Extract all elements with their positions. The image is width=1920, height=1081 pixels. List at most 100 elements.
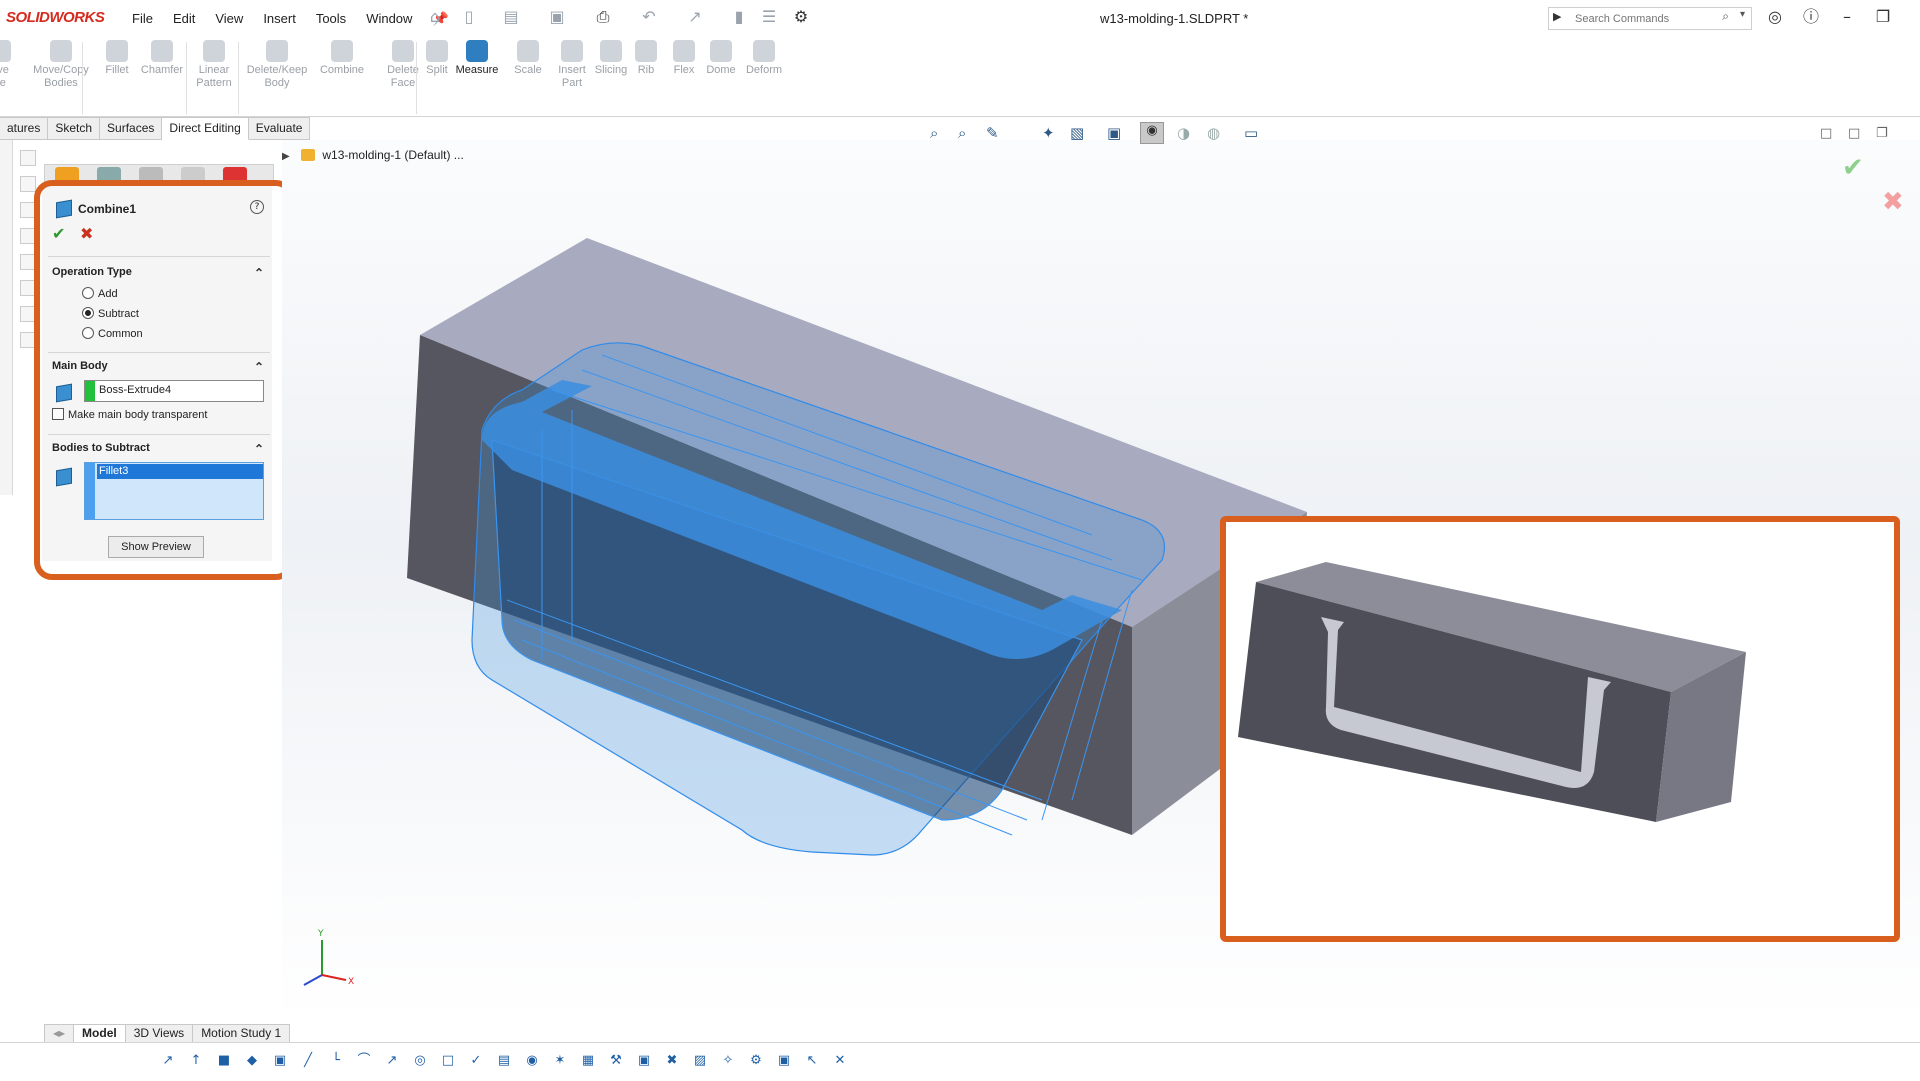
save-icon[interactable]: ▣	[548, 8, 566, 26]
confirm-check-icon[interactable]: ✔	[1842, 153, 1864, 183]
user-account-icon[interactable]: ◎	[1762, 6, 1788, 28]
sketch-tool-icon[interactable]: ↗	[160, 1053, 176, 1069]
insert-part-icon	[561, 40, 583, 62]
sketch-tool-icon[interactable]: ✶	[552, 1053, 568, 1069]
sketch-tool-icon[interactable]: □	[440, 1053, 456, 1069]
tool-slicing[interactable]: Slicing	[590, 40, 632, 77]
menu-insert[interactable]: Insert	[253, 11, 306, 27]
zoom-to-fit-icon[interactable]: ⌕	[930, 124, 938, 142]
sketch-tool-icon[interactable]: └	[328, 1053, 344, 1069]
tab-scroll-arrows[interactable]: ◂▸	[44, 1024, 75, 1043]
sketch-tool-icon[interactable]: ✕	[832, 1053, 848, 1069]
strip-tool-icon[interactable]	[20, 176, 36, 192]
search-commands-box[interactable]: ▶ ⌕ ▾	[1548, 7, 1752, 30]
menu-view[interactable]: View	[205, 11, 253, 27]
pane-split-icon[interactable]: □	[1820, 126, 1832, 141]
sketch-tool-icon[interactable]: ╱	[300, 1053, 316, 1069]
sketch-tool-icon[interactable]: ⚙	[748, 1053, 764, 1069]
tree-root-label[interactable]: w13-molding-1 (Default) ...	[322, 148, 463, 162]
tab-features[interactable]: atures	[0, 117, 49, 140]
tab-surfaces[interactable]: Surfaces	[100, 117, 163, 140]
tab-model[interactable]: Model	[74, 1024, 126, 1043]
search-icon[interactable]: ⌕	[1722, 9, 1729, 24]
tool-combine[interactable]: Combine	[316, 40, 368, 77]
view-orientation-icon[interactable]: ▣	[1107, 124, 1121, 142]
sketch-tool-icon[interactable]: ▨	[692, 1053, 708, 1069]
select-icon[interactable]: ↗	[686, 8, 704, 26]
sketch-tool-icon[interactable]: ◆	[244, 1053, 260, 1069]
tool-measure[interactable]: Measure	[452, 40, 502, 77]
sketch-tool-icon[interactable]: ■	[216, 1053, 232, 1069]
menu-file[interactable]: File	[122, 11, 163, 27]
strip-tool-icon[interactable]	[20, 150, 36, 166]
tab-evaluate[interactable]: Evaluate	[248, 117, 311, 140]
tool-label: Delete Face	[387, 64, 419, 89]
menu-window[interactable]: Window	[356, 11, 422, 27]
pane-split-vertical-icon[interactable]: □	[1848, 126, 1860, 141]
zoom-to-area-icon[interactable]: ⌕	[958, 124, 966, 142]
confirm-close-icon[interactable]: ✖	[1882, 187, 1904, 217]
tool-insert-part[interactable]: Insert Part	[550, 40, 594, 90]
sketch-tool-icon[interactable]: ▣	[636, 1053, 652, 1069]
sketch-tool-icon[interactable]: ↖	[804, 1053, 820, 1069]
search-input[interactable]	[1573, 10, 1727, 28]
tool-delete-face[interactable]: Delete Face	[382, 40, 424, 90]
rebuild-icon[interactable]: ▮	[730, 8, 748, 26]
tab-sketch[interactable]: Sketch	[48, 117, 101, 140]
expand-arrow-icon[interactable]: ▶	[282, 151, 290, 162]
sketch-tool-icon[interactable]: ↗	[384, 1053, 400, 1069]
tool-rib[interactable]: Rib	[630, 40, 662, 77]
tab-3d-views[interactable]: 3D Views	[125, 1024, 194, 1043]
home-icon[interactable]: ⌂	[426, 8, 444, 26]
sketch-tool-icon[interactable]: ✖	[664, 1053, 680, 1069]
tool-move-face[interactable]: ove ce	[0, 40, 20, 90]
hide-show-items-icon[interactable]: ◑	[1177, 124, 1190, 142]
viewport-restore-icon[interactable]: ❐	[1876, 126, 1888, 141]
view-settings-icon[interactable]: ▭	[1244, 124, 1258, 142]
new-document-icon[interactable]: ▯	[460, 8, 478, 26]
tab-motion-study-1[interactable]: Motion Study 1	[193, 1024, 291, 1043]
print-icon[interactable]: ⎙	[594, 8, 612, 26]
search-command-icon: ▶	[1553, 10, 1562, 23]
tool-delete-keep-body[interactable]: Delete/Keep Body	[242, 40, 312, 90]
sketch-tool-icon[interactable]: ▤	[496, 1053, 512, 1069]
triad-y-label: Y	[317, 929, 324, 939]
options-gear-icon[interactable]: ⚙	[792, 8, 810, 26]
tool-scale[interactable]: Scale	[510, 40, 546, 77]
tool-chamfer[interactable]: Chamfer	[138, 40, 186, 77]
menu-tools[interactable]: Tools	[306, 11, 356, 27]
undo-icon[interactable]: ↶	[640, 8, 658, 26]
tool-linear-pattern[interactable]: Linear Pattern	[192, 40, 236, 90]
chevron-down-icon[interactable]: ▾	[1740, 9, 1745, 20]
open-icon[interactable]: ▤	[502, 8, 520, 26]
left-collapse-strip[interactable]	[0, 140, 13, 495]
sketch-tool-icon[interactable]: ▣	[272, 1053, 288, 1069]
sketch-tool-icon[interactable]: ✓	[468, 1053, 484, 1069]
tool-flex[interactable]: Flex	[668, 40, 700, 77]
help-icon[interactable]: ⓘ	[1798, 6, 1824, 28]
sketch-tool-icon[interactable]: ⚒	[608, 1053, 624, 1069]
restore-button[interactable]: ❐	[1870, 6, 1896, 28]
sketch-tool-icon[interactable]: ↑	[188, 1053, 204, 1069]
file-properties-icon[interactable]: ☰	[760, 8, 778, 26]
sketch-tool-icon[interactable]: ⌒	[356, 1053, 372, 1069]
minimize-button[interactable]: –	[1834, 6, 1860, 28]
sketch-tool-icon[interactable]: ✧	[720, 1053, 736, 1069]
tool-deform[interactable]: Deform	[742, 40, 786, 77]
previous-view-icon[interactable]: ✎	[986, 124, 999, 142]
section-view-icon[interactable]: ▧	[1070, 124, 1084, 142]
menu-edit[interactable]: Edit	[163, 11, 205, 27]
edit-appearance-icon[interactable]: ◍	[1207, 124, 1220, 142]
sketch-tool-icon[interactable]: ◎	[412, 1053, 428, 1069]
tool-dome[interactable]: Dome	[702, 40, 740, 77]
display-style-icon[interactable]: ◉	[1140, 122, 1164, 144]
sketch-tool-icon[interactable]: ▦	[580, 1053, 596, 1069]
tool-label: Linear Pattern	[196, 64, 232, 89]
solidworks-logo[interactable]: SOLIDWORKS	[6, 9, 105, 26]
sketch-tool-icon[interactable]: ◉	[524, 1053, 540, 1069]
tab-direct-editing[interactable]: Direct Editing	[162, 117, 249, 140]
tool-fillet[interactable]: Fillet	[100, 40, 134, 77]
sketch-tool-icon[interactable]: ▣	[776, 1053, 792, 1069]
tool-split[interactable]: Split	[420, 40, 454, 77]
dynamic-annotation-icon[interactable]: ✦	[1042, 124, 1055, 142]
